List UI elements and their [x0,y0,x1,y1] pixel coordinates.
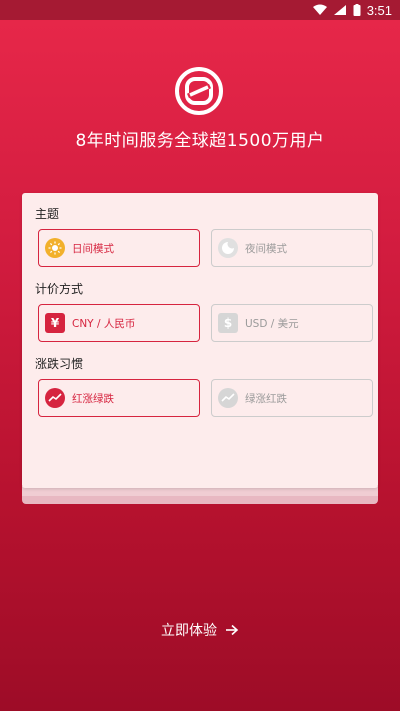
signal-icon [333,5,346,15]
start-button[interactable]: 立即体验 [0,620,400,640]
theme-section-label: 主题 [35,207,60,221]
day-mode-option[interactable]: 日间模式 [38,229,200,267]
start-button-label: 立即体验 [161,623,217,639]
yuan-icon: ¥ [45,313,65,333]
status-time: 3:51 [366,2,392,18]
cny-option[interactable]: ¥ CNY / 人民币 [38,304,200,342]
red-up-green-down-option[interactable]: 红涨绿跌 [38,379,200,417]
green-up-red-down-option[interactable]: 绿涨红跌 [211,379,373,417]
night-mode-label: 夜间模式 [245,242,287,255]
usd-option[interactable]: $ USD / 美元 [211,304,373,342]
green-up-red-down-label: 绿涨红跌 [245,392,287,405]
sun-icon [45,238,65,258]
day-mode-label: 日间模式 [72,242,114,255]
app-logo [175,67,223,115]
tagline: 8年时间服务全球超1500万用户 [75,131,325,151]
usd-label: USD / 美元 [245,317,299,330]
arrow-right-icon [226,624,239,636]
wifi-icon [312,4,327,15]
dollar-icon: $ [218,313,238,333]
trend-icon [218,388,238,408]
settings-card: 主题 日间模式 夜间模式 计价方式 ¥ CNY / 人民币 $ USD / 美元… [22,193,378,488]
currency-section-label: 计价方式 [35,282,84,296]
red-up-green-down-label: 红涨绿跌 [72,392,114,405]
night-mode-option[interactable]: 夜间模式 [211,229,373,267]
color-habit-section-label: 涨跌习惯 [35,357,84,371]
trend-up-icon [45,388,65,408]
battery-icon [353,4,361,16]
moon-icon [218,238,238,258]
status-bar: 3:51 [0,0,400,20]
cny-label: CNY / 人民币 [72,317,136,330]
